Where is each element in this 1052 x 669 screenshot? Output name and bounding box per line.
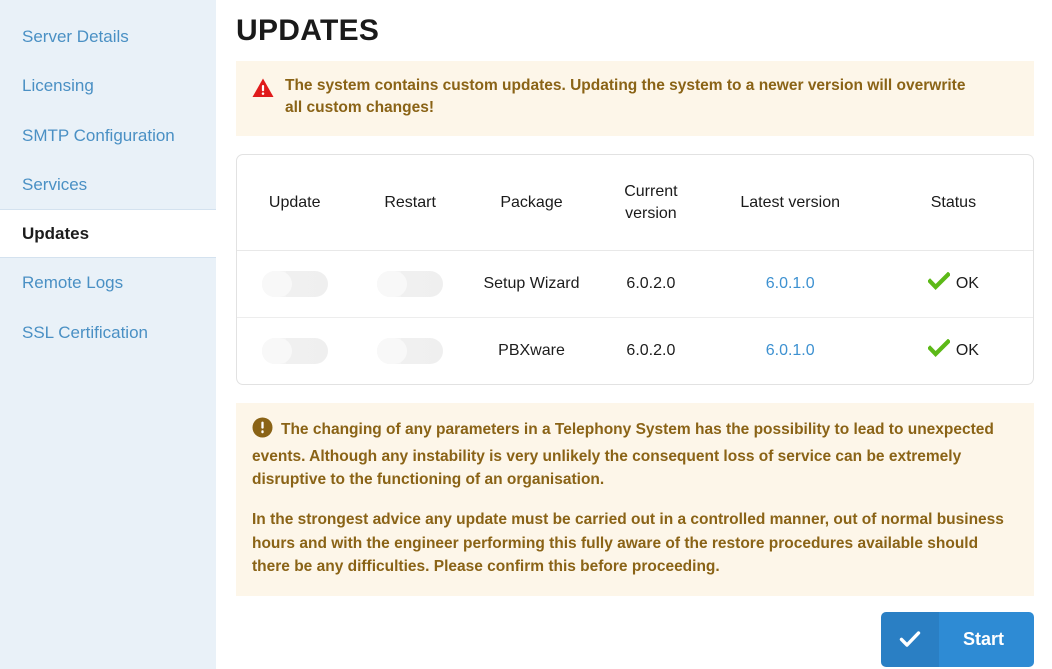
sidebar-item-updates[interactable]: Updates <box>0 209 216 259</box>
sidebar-item-label: Remote Logs <box>22 273 124 293</box>
status-cell-wrapper: OK <box>873 250 1033 319</box>
table-header-row: Update Restart Package Current version L… <box>237 154 1033 252</box>
update-toggle-cell <box>237 318 352 384</box>
column-header-status: Status <box>873 154 1033 252</box>
status-label: OK <box>955 275 979 293</box>
start-button-label: Start <box>938 611 1034 667</box>
sidebar-item-label: Server Details <box>22 27 129 46</box>
sidebar-item-licensing[interactable]: Licensing <box>0 61 216 110</box>
notice-paragraph-1-wrapper: The changing of any parameters in a Tele… <box>252 417 1016 491</box>
table-row: Setup Wizard 6.0.2.0 6.0.1.0 OK <box>237 250 1033 319</box>
check-icon <box>880 611 939 667</box>
sidebar-item-server-details[interactable]: Server Details <box>0 12 216 61</box>
sidebar-item-label: Updates <box>22 224 90 243</box>
toggle-knob <box>377 271 408 298</box>
update-toggle[interactable] <box>261 271 328 298</box>
action-row: Start <box>236 611 1034 667</box>
telephony-warning-notice: The changing of any parameters in a Tele… <box>236 403 1034 596</box>
updates-table: Update Restart Package Current version L… <box>237 154 1033 384</box>
check-icon <box>926 338 951 364</box>
latest-version-link[interactable]: 6.0.1.0 <box>766 275 815 292</box>
restart-toggle-cell <box>352 318 467 384</box>
current-version: 6.0.2.0 <box>595 250 707 319</box>
toggle-knob <box>261 338 292 365</box>
status-label: OK <box>955 342 979 360</box>
status-badge: OK <box>926 271 979 297</box>
toggle-knob <box>261 271 292 298</box>
sidebar-item-label: Services <box>22 174 88 194</box>
restart-toggle[interactable] <box>377 271 444 298</box>
restart-toggle[interactable] <box>377 338 444 365</box>
sidebar-item-remote-logs[interactable]: Remote Logs <box>0 258 216 307</box>
warning-banner-text: The system contains custom updates. Upda… <box>285 77 966 117</box>
restart-toggle-cell <box>352 250 468 319</box>
latest-version-cell: 6.0.1.0 <box>707 318 874 384</box>
package-name: PBXware <box>498 342 565 360</box>
latest-version-cell: 6.0.1.0 <box>706 250 874 319</box>
updates-table-card: Update Restart Package Current version L… <box>236 153 1034 386</box>
start-button[interactable]: Start <box>880 611 1034 667</box>
page-title: UPDATES <box>236 14 380 47</box>
status-cell-wrapper: OK <box>874 318 1033 384</box>
table-row: PBXware 6.0.2.0 6.0.1.0 OK <box>237 318 1033 384</box>
update-toggle[interactable] <box>261 338 328 365</box>
custom-updates-warning-banner: The system contains custom updates. Upda… <box>236 61 1034 136</box>
check-icon <box>926 271 951 297</box>
app-root: Server Details Licensing SMTP Configurat… <box>0 0 1052 669</box>
sidebar-item-smtp-configuration[interactable]: SMTP Configuration <box>0 111 216 160</box>
notice-paragraph-2: In the strongest advice any update must … <box>252 511 1004 575</box>
package-name: Setup Wizard <box>467 250 596 319</box>
column-header-latest-version: Latest version <box>706 154 874 252</box>
update-toggle-cell <box>237 250 353 319</box>
current-version: 6.0.2.0 <box>626 342 676 360</box>
sidebar-item-label: Licensing <box>22 76 94 96</box>
column-header-package: Package <box>467 154 596 252</box>
sidebar: Server Details Licensing SMTP Configurat… <box>0 0 216 669</box>
column-header-current-version: Current version <box>595 154 707 252</box>
sidebar-item-services[interactable]: Services <box>0 160 216 209</box>
notice-paragraph-1: The changing of any parameters in a Tele… <box>252 421 994 489</box>
sidebar-item-label: SMTP Configuration <box>22 125 175 145</box>
latest-version-link[interactable]: 6.0.1.0 <box>766 342 815 359</box>
column-header-update: Update <box>237 154 353 252</box>
column-header-restart: Restart <box>352 154 468 252</box>
info-circle-icon <box>252 417 273 442</box>
toggle-knob <box>377 338 408 365</box>
warning-triangle-icon <box>252 78 274 102</box>
status-badge: OK <box>926 338 979 364</box>
sidebar-item-ssl-certification[interactable]: SSL Certification <box>0 308 216 357</box>
main-content: UPDATES The system contains custom updat… <box>216 0 1052 669</box>
sidebar-item-label: SSL Certification <box>22 322 148 342</box>
